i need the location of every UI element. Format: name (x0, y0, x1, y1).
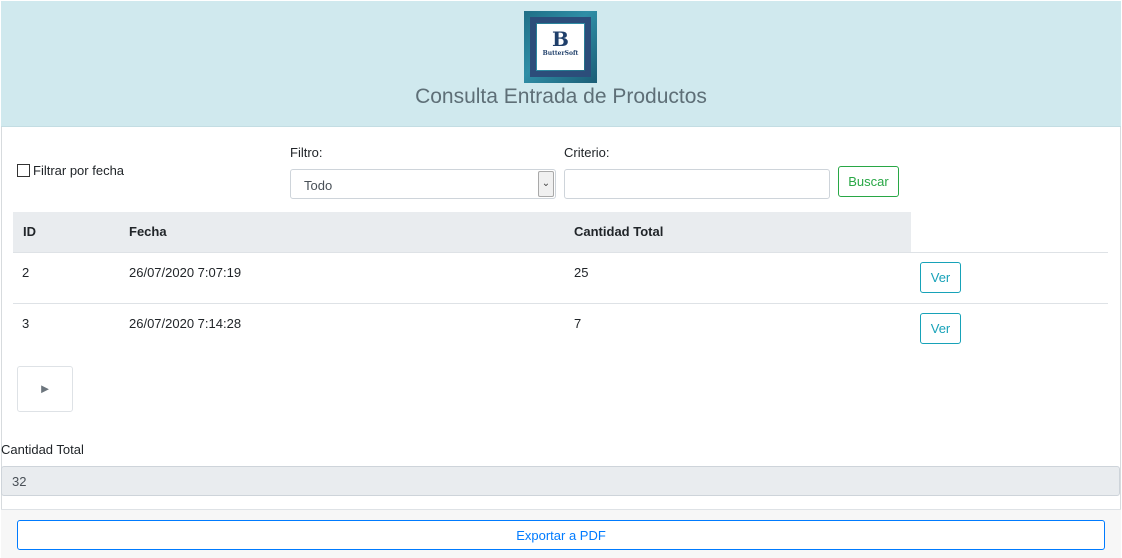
logo-mark: B (552, 27, 569, 51)
row-fecha: 26/07/2020 7:14:28 (129, 316, 242, 331)
row-id: 2 (22, 265, 30, 280)
filter-label: Filtro: (290, 145, 323, 160)
row-fecha: 26/07/2020 7:07:19 (129, 265, 242, 280)
page-header: B ButterSoft Consulta Entrada de Product… (1, 1, 1121, 127)
date-filter-label: Filtrar por fecha (33, 163, 125, 178)
column-header-fecha: Fecha (129, 224, 167, 239)
date-filter-toggle[interactable]: Filtrar por fecha (17, 163, 124, 178)
total-field: 32 (1, 466, 1120, 496)
play-icon: ► (38, 381, 52, 396)
row-id: 3 (22, 316, 30, 331)
page-title: Consulta Entrada de Productos (415, 85, 707, 108)
criteria-label: Criterio: (564, 145, 610, 160)
row-cantidad: 25 (574, 265, 589, 280)
chevron-down-icon[interactable]: ⌄ (538, 171, 554, 197)
total-label: Cantidad Total (1, 442, 84, 457)
criteria-input[interactable] (564, 169, 830, 199)
filter-selected-value: Todo (304, 178, 333, 193)
search-button[interactable]: Buscar (838, 166, 899, 197)
row-cantidad: 7 (574, 316, 582, 331)
page-footer: Exportar a PDF (1, 509, 1121, 558)
date-filter-checkbox[interactable] (17, 164, 30, 177)
view-button[interactable]: Ver (920, 262, 961, 293)
column-header-cantidad: Cantidad Total (574, 224, 664, 239)
logo-brand: ButterSoft (542, 50, 579, 57)
column-header-id: ID (23, 224, 36, 239)
logo-plate: B ButterSoft (537, 24, 584, 70)
export-pdf-button[interactable]: Exportar a PDF (17, 520, 1105, 550)
view-button[interactable]: Ver (920, 313, 961, 344)
table-row: 2 26/07/2020 7:07:19 25 Ver (13, 252, 1108, 303)
table-header: ID Fecha Cantidad Total (13, 212, 911, 252)
filter-select[interactable]: Todo ⌄ (290, 169, 556, 199)
buttersoft-logo: B ButterSoft (524, 11, 597, 83)
table-row: 3 26/07/2020 7:14:28 7 Ver (13, 303, 1108, 354)
next-page-button[interactable]: ► (17, 366, 73, 412)
